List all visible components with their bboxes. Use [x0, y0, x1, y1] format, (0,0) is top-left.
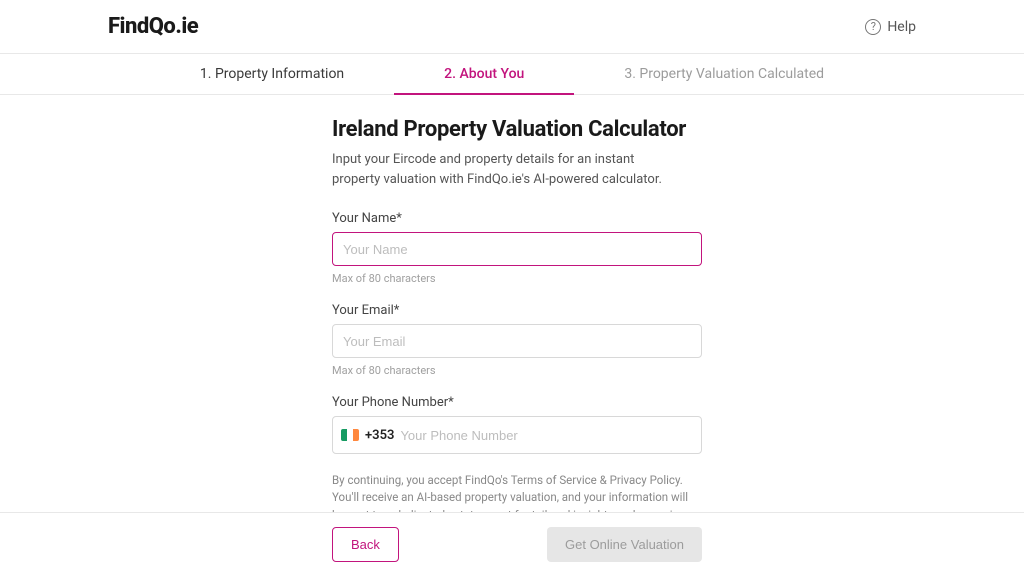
step-property-info[interactable]: 1. Property Information — [150, 54, 394, 94]
phone-field: Your Phone Number* +353 — [332, 395, 702, 454]
help-icon: ? — [865, 19, 881, 35]
email-input[interactable] — [332, 324, 702, 358]
name-hint: Max of 80 characters — [332, 272, 702, 285]
page-subtitle: Input your Eircode and property details … — [332, 150, 682, 189]
name-field: Your Name* Max of 80 characters — [332, 211, 702, 285]
get-valuation-button[interactable]: Get Online Valuation — [547, 527, 702, 562]
phone-input-wrap: +353 — [332, 416, 702, 454]
footer-bar: Back Get Online Valuation — [0, 512, 1024, 576]
app-header: FindQo.ie ? Help — [0, 0, 1024, 54]
page-title: Ireland Property Valuation Calculator — [332, 117, 702, 142]
name-label: Your Name* — [332, 211, 702, 226]
help-link[interactable]: ? Help — [865, 19, 916, 35]
step-about-you[interactable]: 2. About You — [394, 54, 574, 94]
phone-input[interactable] — [400, 428, 693, 443]
step-valuation-calculated[interactable]: 3. Property Valuation Calculated — [574, 54, 874, 94]
email-hint: Max of 80 characters — [332, 364, 702, 377]
back-button[interactable]: Back — [332, 527, 399, 562]
help-label: Help — [887, 19, 916, 35]
step-tabs: 1. Property Information 2. About You 3. … — [0, 54, 1024, 95]
country-code: +353 — [365, 428, 394, 443]
name-input[interactable] — [332, 232, 702, 266]
form-container: Ireland Property Valuation Calculator In… — [322, 95, 702, 541]
email-field: Your Email* Max of 80 characters — [332, 303, 702, 377]
ireland-flag-icon[interactable] — [341, 429, 359, 441]
phone-label: Your Phone Number* — [332, 395, 702, 410]
email-label: Your Email* — [332, 303, 702, 318]
brand-logo[interactable]: FindQo.ie — [108, 14, 198, 39]
